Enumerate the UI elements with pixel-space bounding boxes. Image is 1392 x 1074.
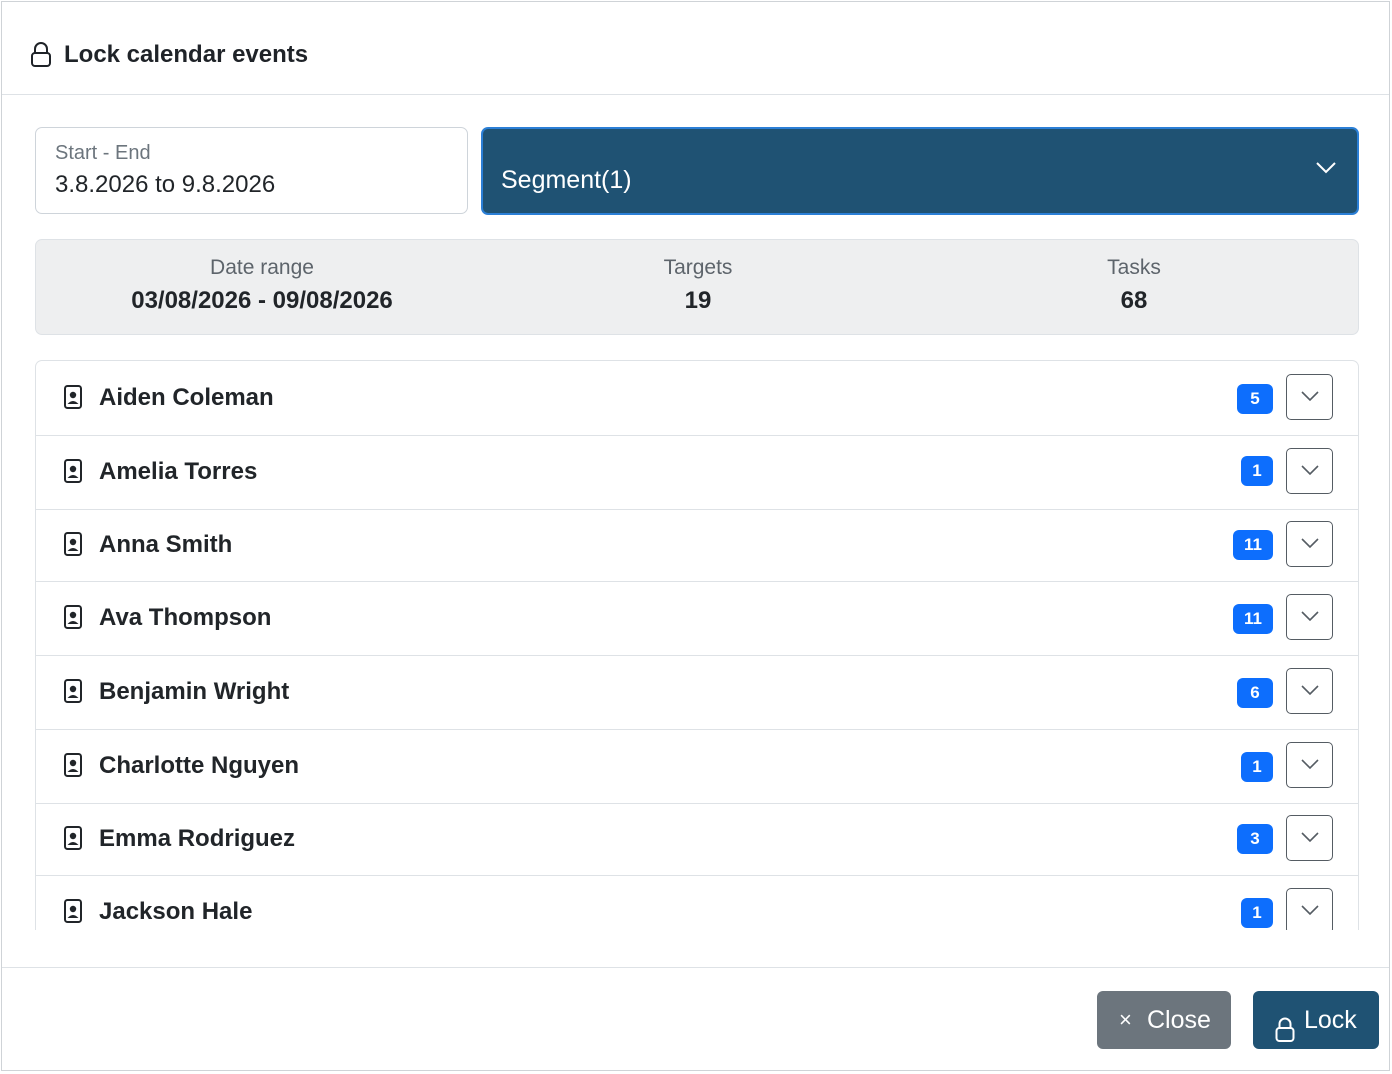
date-field-value: 3.8.2026 to 9.8.2026 [55,171,276,198]
lock-icon [1275,1006,1295,1064]
count-badge: 5 [1237,384,1273,414]
person-badge-icon [64,605,82,634]
person-badge-icon [64,826,82,855]
chevron-down-icon [1301,465,1319,476]
close-icon: × [1119,1007,1132,1032]
list-item: Charlotte Nguyen 1 [36,729,1358,804]
list-item: Amelia Torres 1 [36,435,1358,510]
segment-select[interactable]: Segment(1) [481,127,1359,215]
expand-button[interactable] [1286,815,1333,861]
close-button[interactable]: × Close [1097,991,1231,1049]
expand-button[interactable] [1286,888,1333,930]
dialog-header: Lock calendar events [2,2,1389,95]
summary-targets-value: 19 [684,287,712,314]
chevron-down-icon [1301,832,1319,843]
summary-targets: Targets 19 [488,240,908,315]
person-badge-icon [64,753,82,782]
lock-icon [30,42,52,73]
list-item: Jackson Hale 1 [36,875,1358,930]
chevron-down-icon [1315,161,1337,180]
people-list: Aiden Coleman 5 Amelia Torres 1 Anna Smi… [35,360,1359,930]
count-badge: 1 [1241,752,1273,782]
chevron-down-icon [1301,391,1319,402]
chevron-down-icon [1301,685,1319,696]
expand-button[interactable] [1286,742,1333,788]
person-name: Ava Thompson [99,604,272,631]
count-badge: 6 [1237,678,1273,708]
footer-divider [2,967,1389,968]
expand-button[interactable] [1286,521,1333,567]
person-badge-icon [64,679,82,708]
person-name: Jackson Hale [99,898,253,925]
chevron-down-icon [1301,611,1319,622]
count-badge: 11 [1233,604,1273,634]
list-item: Ava Thompson 11 [36,581,1358,656]
lock-button[interactable]: Lock [1253,991,1379,1049]
person-name: Benjamin Wright [99,678,290,705]
person-badge-icon [64,385,82,414]
lock-button-label: Lock [1304,1006,1357,1034]
summary-tasks-value: 68 [1120,287,1148,314]
segment-select-value: Segment(1) [501,166,632,194]
count-badge: 3 [1237,824,1273,854]
person-name: Anna Smith [99,531,233,558]
summary-date-range-value: 03/08/2026 - 09/08/2026 [131,287,393,314]
person-badge-icon [64,459,82,488]
count-badge: 1 [1241,898,1273,928]
list-item: Aiden Coleman 5 [36,361,1358,436]
summary-tasks: Tasks 68 [908,240,1360,315]
date-range-field[interactable]: Start - End 3.8.2026 to 9.8.2026 [35,127,468,214]
expand-button[interactable] [1286,668,1333,714]
list-item: Emma Rodriguez 3 [36,803,1358,876]
summary-tasks-label: Tasks [1107,256,1161,279]
person-badge-icon [64,532,82,561]
person-badge-icon [64,899,82,928]
summary-panel: Date range 03/08/2026 - 09/08/2026 Targe… [35,239,1359,335]
chevron-down-icon [1301,538,1319,549]
close-button-label: Close [1147,1006,1211,1034]
person-name: Emma Rodriguez [99,825,296,852]
chevron-down-icon [1301,759,1319,770]
list-item: Anna Smith 11 [36,509,1358,582]
date-field-label: Start - End [55,142,151,164]
expand-button[interactable] [1286,448,1333,494]
summary-targets-label: Targets [663,256,733,279]
count-badge: 1 [1241,456,1273,486]
list-item: Benjamin Wright 6 [36,655,1358,730]
chevron-down-icon [1301,905,1319,916]
expand-button[interactable] [1286,374,1333,420]
person-name: Charlotte Nguyen [99,752,300,779]
dialog-title: Lock calendar events [64,41,309,68]
count-badge: 11 [1233,530,1273,560]
lock-events-dialog: Lock calendar events Start - End 3.8.202… [1,1,1390,1071]
person-name: Amelia Torres [99,458,258,485]
summary-date-range: Date range 03/08/2026 - 09/08/2026 [36,240,488,315]
summary-date-range-label: Date range [210,256,314,279]
person-name: Aiden Coleman [99,384,274,411]
expand-button[interactable] [1286,594,1333,640]
